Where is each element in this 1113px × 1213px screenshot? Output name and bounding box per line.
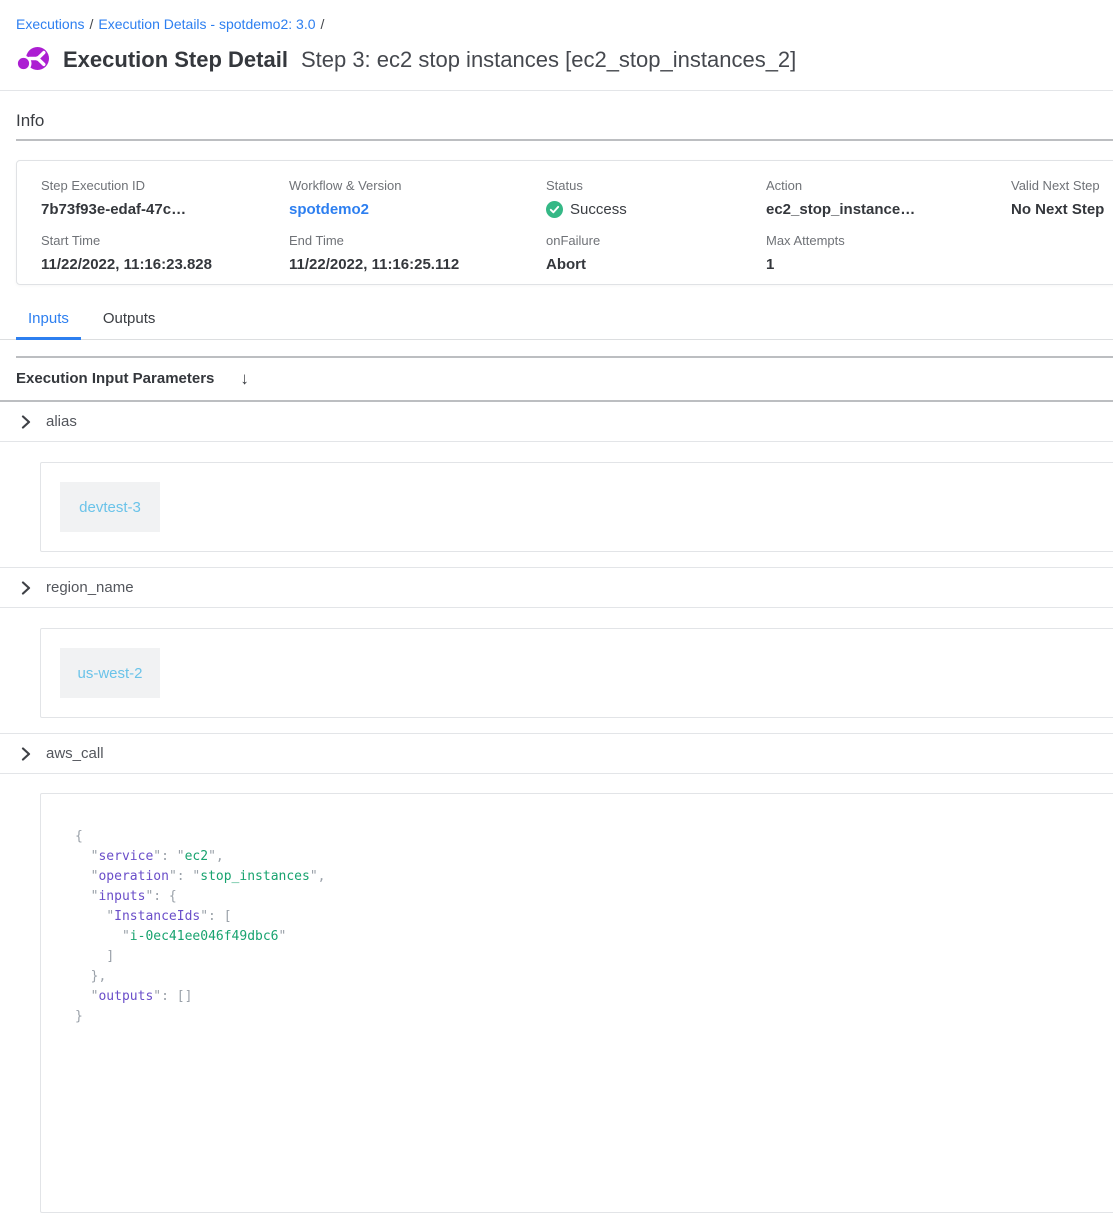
field-max-attempts: Max Attempts 1 bbox=[766, 233, 1011, 273]
breadcrumb-separator: / bbox=[89, 16, 93, 32]
field-action: Action ec2_stop_instance… bbox=[766, 178, 1011, 219]
param-header-aws-call[interactable]: aws_call bbox=[0, 734, 1113, 773]
field-end-time: End Time 11/22/2022, 11:16:25.112 bbox=[289, 233, 546, 273]
page-header: Execution Step Detail Step 3: ec2 stop i… bbox=[0, 32, 1113, 90]
field-label: onFailure bbox=[546, 233, 766, 248]
status-badge: Success bbox=[570, 201, 627, 218]
info-heading: Info bbox=[0, 91, 1113, 139]
page-title: Execution Step Detail bbox=[63, 47, 288, 73]
section-divider bbox=[0, 441, 1113, 442]
params-heading-row: Execution Input Parameters ↓ bbox=[0, 358, 1113, 400]
chevron-right-icon bbox=[21, 415, 31, 429]
breadcrumb-separator: / bbox=[321, 16, 325, 32]
param-panel-aws-call: { "service": "ec2", "operation": "stop_i… bbox=[40, 793, 1113, 1213]
param-header-alias[interactable]: alias bbox=[0, 402, 1113, 441]
field-label: Start Time bbox=[41, 233, 289, 248]
page-subtitle: Step 3: ec2 stop instances [ec2_stop_ins… bbox=[301, 47, 796, 73]
param-name: alias bbox=[46, 413, 77, 430]
param-panel-alias: devtest-3 bbox=[40, 462, 1113, 552]
info-card: Step Execution ID 7b73f93e-edaf-47c… Wor… bbox=[16, 160, 1113, 285]
field-value: 7b73f93e-edaf-47c… bbox=[41, 201, 289, 218]
param-panel-region-name: us-west-2 bbox=[40, 628, 1113, 718]
field-value: Abort bbox=[546, 256, 766, 273]
chevron-right-icon bbox=[21, 747, 31, 761]
field-label: Status bbox=[546, 178, 766, 193]
param-value-chip: us-west-2 bbox=[60, 648, 160, 698]
tab-bar: Inputs Outputs bbox=[0, 300, 1113, 340]
field-valid-next-step: Valid Next Step No Next Step bbox=[1011, 178, 1113, 219]
field-onfailure: onFailure Abort bbox=[546, 233, 766, 273]
field-value: No Next Step bbox=[1011, 201, 1113, 218]
workflow-logo-icon bbox=[16, 45, 50, 75]
section-divider bbox=[0, 607, 1113, 608]
tab-inputs[interactable]: Inputs bbox=[16, 300, 81, 340]
field-label: End Time bbox=[289, 233, 546, 248]
info-divider bbox=[16, 139, 1113, 141]
field-value: 11/22/2022, 11:16:25.112 bbox=[289, 256, 546, 273]
field-label: Step Execution ID bbox=[41, 178, 289, 193]
breadcrumb-link-execution-details[interactable]: Execution Details - spotdemo2: 3.0 bbox=[98, 16, 315, 32]
field-label: Workflow & Version bbox=[289, 178, 546, 193]
json-code-block: { "service": "ec2", "operation": "stop_i… bbox=[75, 827, 1094, 1027]
params-heading: Execution Input Parameters bbox=[16, 370, 214, 387]
param-header-region-name[interactable]: region_name bbox=[0, 568, 1113, 607]
workflow-link[interactable]: spotdemo2 bbox=[289, 201, 369, 218]
breadcrumb: Executions / Execution Details - spotdemo2… bbox=[0, 0, 1113, 32]
field-value: ec2_stop_instance… bbox=[766, 201, 1011, 218]
field-step-execution-id: Step Execution ID 7b73f93e-edaf-47c… bbox=[41, 178, 289, 219]
param-name: aws_call bbox=[46, 745, 104, 762]
param-value-chip: devtest-3 bbox=[60, 482, 160, 532]
param-name: region_name bbox=[46, 579, 134, 596]
arrow-down-icon[interactable]: ↓ bbox=[240, 370, 249, 387]
field-value: 1 bbox=[766, 256, 1011, 273]
field-label: Action bbox=[766, 178, 1011, 193]
chevron-right-icon bbox=[21, 581, 31, 595]
field-label: Max Attempts bbox=[766, 233, 1011, 248]
section-divider bbox=[0, 773, 1113, 774]
tab-outputs[interactable]: Outputs bbox=[91, 300, 168, 340]
field-start-time: Start Time 11/22/2022, 11:16:23.828 bbox=[41, 233, 289, 273]
field-status: Status Success bbox=[546, 178, 766, 219]
field-workflow-version: Workflow & Version spotdemo2 bbox=[289, 178, 546, 219]
field-label: Valid Next Step bbox=[1011, 178, 1113, 193]
breadcrumb-link-executions[interactable]: Executions bbox=[16, 16, 84, 32]
success-check-icon bbox=[546, 201, 563, 218]
field-value: 11/22/2022, 11:16:23.828 bbox=[41, 256, 289, 273]
